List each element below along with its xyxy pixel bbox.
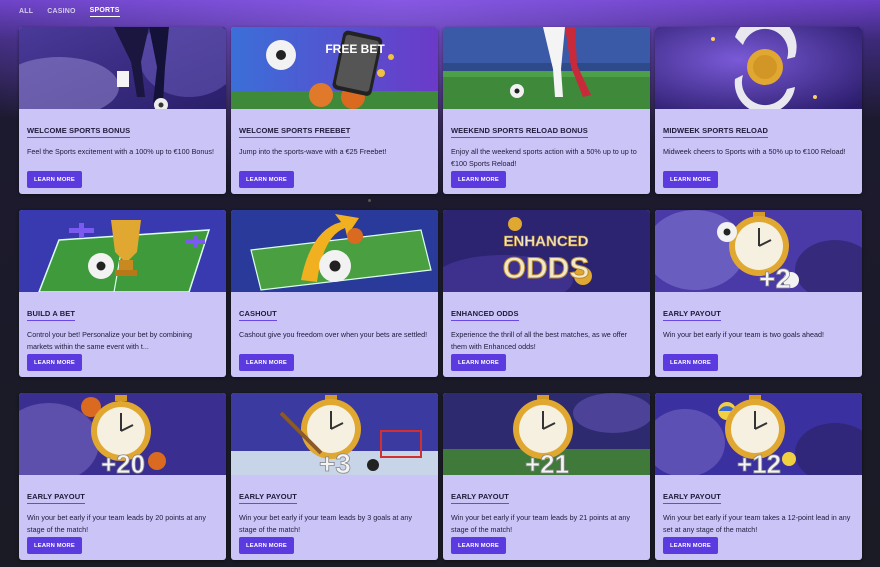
card-description: Win your bet early if your team takes a … xyxy=(663,513,851,534)
promo-card: +21 EARLY PAYOUT Win your bet early if y… xyxy=(443,393,650,560)
card-description: Win your bet early if your team leads by… xyxy=(27,513,206,534)
learn-more-button[interactable]: LEARN MORE xyxy=(239,354,294,371)
card-title: EARLY PAYOUT xyxy=(27,492,85,504)
enhanced-odds-image: ENHANCED ODDS xyxy=(443,210,650,292)
plus-twenty-text: +20 xyxy=(101,449,145,475)
card-description: Feel the Sports excitement with a 100% u… xyxy=(27,147,214,156)
card-description: Enjoy all the weekend sports action with… xyxy=(451,147,637,168)
plus-twenty-one-text: +21 xyxy=(525,449,569,475)
learn-more-button[interactable]: LEARN MORE xyxy=(27,354,82,371)
stadium-image xyxy=(443,27,650,109)
promo-card: +2 EARLY PAYOUT Win your bet early if yo… xyxy=(655,210,862,377)
trophy-pitch-image xyxy=(19,210,226,292)
promo-card: WELCOME SPORTS BONUS Feel the Sports exc… xyxy=(19,27,226,194)
card-title: WELCOME SPORTS FREEBET xyxy=(239,126,351,138)
tab-all[interactable]: ALL xyxy=(19,8,33,17)
card-title: BUILD A BET xyxy=(27,309,76,321)
card-description: Cashout give you freedom over when your … xyxy=(239,330,428,339)
plus-two-text: +2 xyxy=(759,263,791,292)
card-description: Midweek cheers to Sports with a 50% up t… xyxy=(663,147,846,156)
stopwatch-football-image: +21 xyxy=(443,393,650,475)
promo-grid: WELCOME SPORTS BONUS Feel the Sports exc… xyxy=(19,27,862,560)
card-description: Control your bet! Personalize your bet b… xyxy=(27,330,193,351)
learn-more-button[interactable]: LEARN MORE xyxy=(451,354,506,371)
card-description: Win your bet early if your team is two g… xyxy=(663,330,824,339)
learn-more-button[interactable]: LEARN MORE xyxy=(27,537,82,554)
card-title: EARLY PAYOUT xyxy=(451,492,509,504)
plus-twelve-text: +12 xyxy=(737,449,781,475)
card-title: MIDWEEK SPORTS RELOAD xyxy=(663,126,769,138)
learn-more-button[interactable]: LEARN MORE xyxy=(663,354,718,371)
learn-more-button[interactable]: LEARN MORE xyxy=(239,537,294,554)
reload-arrows-image xyxy=(655,27,862,109)
card-title: EARLY PAYOUT xyxy=(663,492,721,504)
stopwatch-basketball-image: +20 xyxy=(19,393,226,475)
card-title: WELCOME SPORTS BONUS xyxy=(27,126,131,138)
promo-card: FREE BET WELCOME SPORTS FREEBET Jump int… xyxy=(231,27,438,194)
card-title: EARLY PAYOUT xyxy=(663,309,721,321)
promo-card: +12 EARLY PAYOUT Win your bet early if y… xyxy=(655,393,862,560)
promo-card: BUILD A BET Control your bet! Personaliz… xyxy=(19,210,226,377)
promo-card: +20 EARLY PAYOUT Win your bet early if y… xyxy=(19,393,226,560)
enhanced-text: ENHANCED xyxy=(503,233,588,250)
card-title: WEEKEND SPORTS RELOAD BONUS xyxy=(451,126,588,138)
learn-more-button[interactable]: LEARN MORE xyxy=(239,171,294,188)
card-description: Win your bet early if your team leads by… xyxy=(239,513,412,534)
promo-card: +3 EARLY PAYOUT Win your bet early if yo… xyxy=(231,393,438,560)
odds-text: ODDS xyxy=(503,252,590,285)
free-bet-image: FREE BET xyxy=(231,27,438,109)
learn-more-button[interactable]: LEARN MORE xyxy=(663,171,718,188)
card-title: ENHANCED ODDS xyxy=(451,309,519,321)
soccer-kick-image xyxy=(19,27,226,109)
learn-more-button[interactable]: LEARN MORE xyxy=(451,537,506,554)
tab-sports[interactable]: SPORTS xyxy=(89,7,120,17)
learn-more-button[interactable]: LEARN MORE xyxy=(451,171,506,188)
stopwatch-volleyball-image: +12 xyxy=(655,393,862,475)
promo-card: MIDWEEK SPORTS RELOAD Midweek cheers to … xyxy=(655,27,862,194)
card-title: CASHOUT xyxy=(239,309,277,321)
card-description: Experience the thrill of all the best ma… xyxy=(451,330,628,351)
stopwatch-image: +2 xyxy=(655,210,862,292)
promo-card: WEEKEND SPORTS RELOAD BONUS Enjoy all th… xyxy=(443,27,650,194)
promo-card: CASHOUT Cashout give you freedom over wh… xyxy=(231,210,438,377)
card-description: Jump into the sports-wave with a €25 Fre… xyxy=(239,147,387,156)
learn-more-button[interactable]: LEARN MORE xyxy=(663,537,718,554)
tab-casino[interactable]: CASINO xyxy=(47,8,75,17)
plus-three-text: +3 xyxy=(319,448,351,475)
cashout-image xyxy=(231,210,438,292)
card-title: EARLY PAYOUT xyxy=(239,492,297,504)
promo-card: ENHANCED ODDS ENHANCED ODDS Experience t… xyxy=(443,210,650,377)
free-bet-text-1: FREE BET xyxy=(325,42,385,56)
learn-more-button[interactable]: LEARN MORE xyxy=(27,171,82,188)
card-description: Win your bet early if your team leads by… xyxy=(451,513,630,534)
stopwatch-hockey-image: +3 xyxy=(231,393,438,475)
category-tabs: ALL CASINO SPORTS xyxy=(19,5,120,19)
